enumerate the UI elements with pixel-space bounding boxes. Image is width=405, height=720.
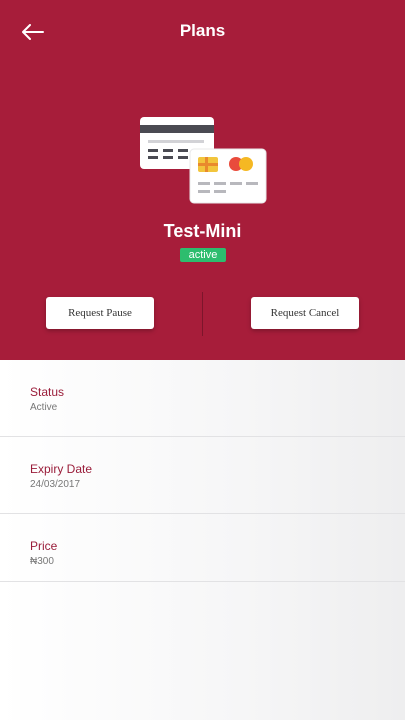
request-cancel-button[interactable]: Request Cancel [251,297,359,329]
credit-cards-icon [139,116,267,206]
detail-label: Status [30,385,65,399]
detail-label: Price [30,539,58,553]
detail-row-price: Price ₦300 [0,514,405,582]
plan-header: Plans Test-Mini active Request Pause Req… [0,0,405,360]
actions-divider [202,292,203,336]
plan-name: Test-Mini [163,221,242,241]
page-title: Plans [179,21,226,40]
detail-value: Active [30,402,58,413]
detail-value: ₦300 [30,556,54,567]
detail-label: Expiry Date [30,462,93,476]
request-pause-button[interactable]: Request Pause [46,297,154,329]
detail-row-status: Status Active [0,360,405,437]
detail-value: 24/03/2017 [30,479,81,490]
plan-details-list: Status Active Expiry Date 24/03/2017 Pri… [0,360,405,582]
status-badge: active [180,248,226,262]
detail-row-expiry-date: Expiry Date 24/03/2017 [0,437,405,514]
